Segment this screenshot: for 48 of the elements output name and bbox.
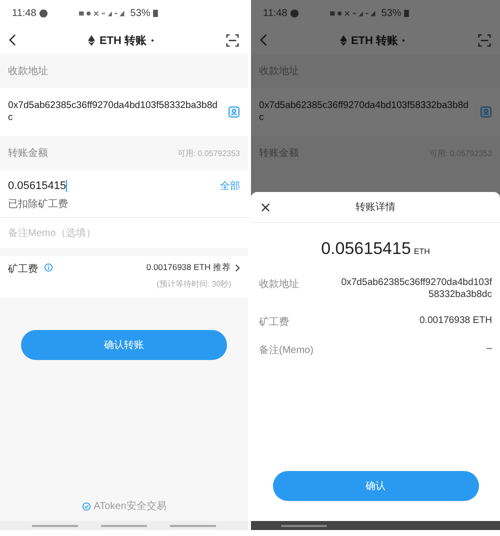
chevron-right-icon[interactable] (235, 264, 240, 272)
sheet-title: 转账详情 (356, 200, 396, 214)
confirm-button[interactable]: 确认 (272, 471, 478, 501)
info-icon[interactable] (44, 263, 53, 272)
address-text: 0x7d5ab62385c36ff9270da4bd103f58332ba3b8dc (259, 100, 469, 124)
contact-book-icon[interactable] (228, 106, 240, 118)
status-icons-drawing (330, 8, 378, 18)
memo-field[interactable]: 备注Memo（选填） (0, 218, 248, 248)
battery-percent: 53% (130, 8, 150, 18)
battery-percent: 53% (381, 8, 402, 18)
fee-value[interactable]: 0.00176938 ETH 推荐 (146, 262, 231, 274)
contact-book-icon[interactable] (480, 106, 492, 118)
window-title: ETH 转账 (350, 34, 398, 48)
field-label: 收款地址 (8, 64, 48, 78)
address-text: 0x7d5ab62385c36ff9270da4bd103f58332ba3b8dc (8, 100, 218, 124)
status-time: 11:48 (263, 8, 288, 18)
security-footer: AToken安全交易 (94, 499, 166, 513)
detail-value: 0x7d5ab62385c36ff9270da4bd103f58332ba3b8dc (340, 277, 492, 301)
amount-field[interactable]: 0.05615415 (8, 180, 68, 192)
detail-label: 收款地址 (259, 278, 299, 291)
back-icon[interactable] (9, 34, 16, 46)
amount-value: 0.05615415 (321, 239, 411, 259)
fee-note: 已扣除矿工费 (8, 198, 69, 211)
field-label: 转账金额 (8, 146, 48, 160)
status-icons-drawing (79, 8, 128, 18)
amount-unit: ETH (414, 247, 430, 256)
available-balance: 可用: 0.05792353 (177, 148, 240, 158)
notification-dot-icon (290, 8, 300, 18)
notification-dot-icon (39, 8, 48, 18)
detail-value: – (486, 343, 492, 355)
detail-label: 备注(Memo) (259, 344, 314, 357)
diamond-icon (88, 34, 96, 46)
fee-label: 矿工费 (8, 262, 38, 276)
confirm-transfer-button[interactable]: 确认转账 (21, 330, 227, 360)
max-button[interactable]: 全部 (220, 179, 240, 193)
detail-value: 0.00176938 ETH (418, 315, 492, 327)
scan-icon[interactable] (226, 34, 239, 46)
shield-check-icon (82, 502, 91, 510)
detail-label: 矿工费 (259, 316, 289, 329)
battery-icon (153, 9, 158, 17)
diamond-icon (340, 34, 347, 46)
dropdown-dot-icon[interactable] (150, 38, 154, 42)
battery-icon (404, 9, 410, 17)
window-title: ETH 转账 (99, 34, 147, 48)
dropdown-dot-icon[interactable] (402, 38, 406, 42)
close-icon[interactable] (261, 202, 270, 212)
status-time: 11:48 (12, 8, 36, 18)
wait-time: (预计等待时间: 30秒) (156, 279, 231, 290)
